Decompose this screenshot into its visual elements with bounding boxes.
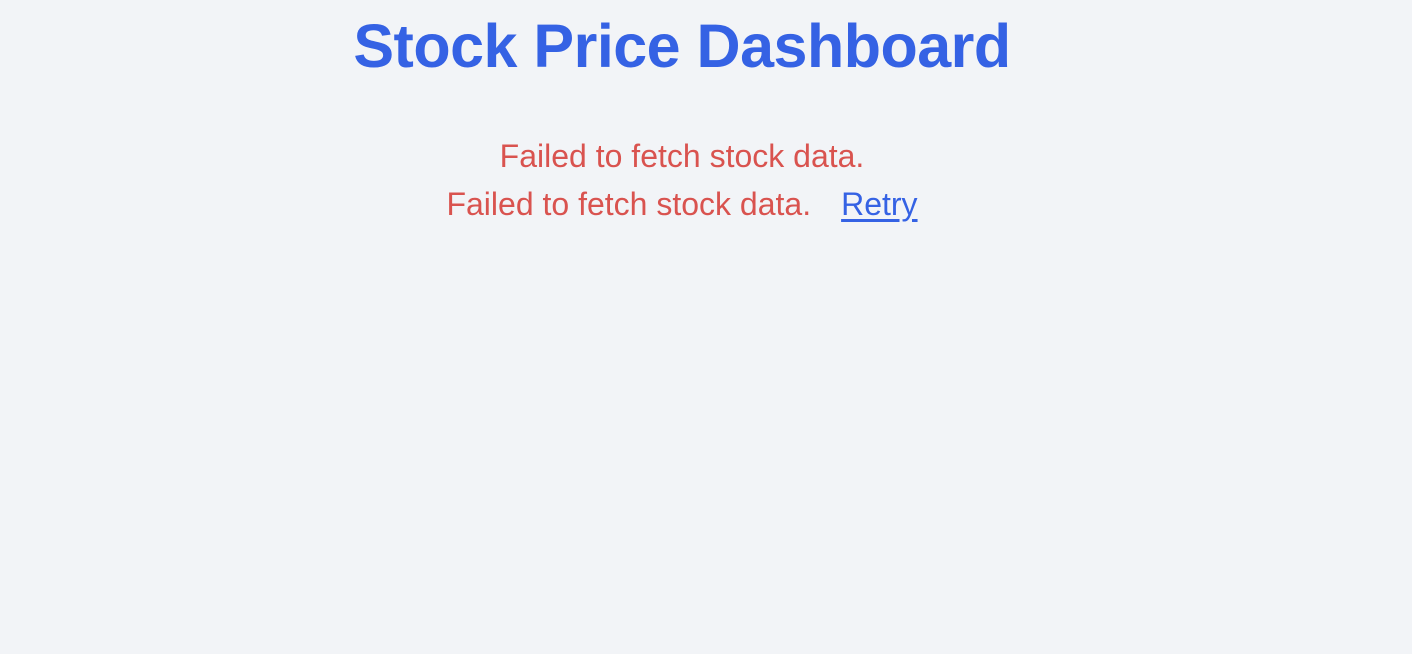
retry-link[interactable]: Retry <box>841 180 917 228</box>
error-message-secondary: Failed to fetch stock data. <box>446 186 812 222</box>
error-message-primary: Failed to fetch stock data. <box>499 138 865 174</box>
dashboard-page: Stock Price Dashboard Failed to fetch st… <box>0 0 1412 654</box>
error-message-row: Failed to fetch stock data. Retry <box>0 180 1364 228</box>
page-title: Stock Price Dashboard <box>353 12 1011 80</box>
error-panel: Failed to fetch stock data. Failed to fe… <box>0 132 1364 228</box>
